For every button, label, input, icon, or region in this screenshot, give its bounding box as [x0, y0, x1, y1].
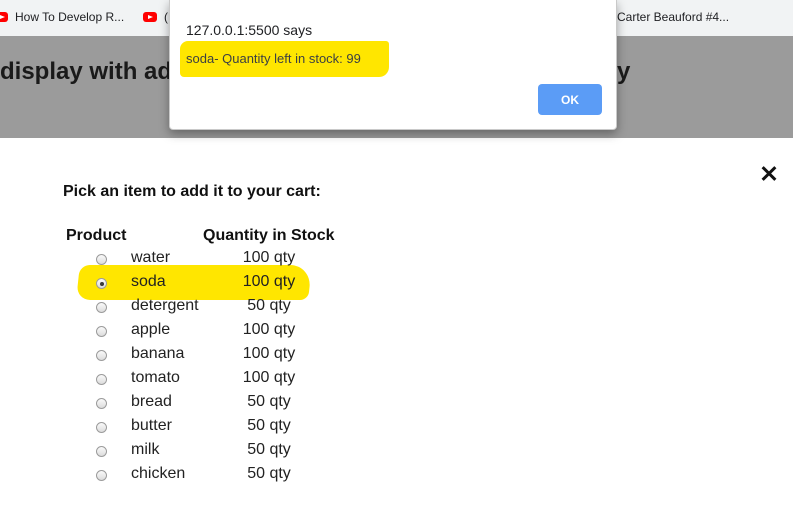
product-radio[interactable] [96, 302, 107, 313]
product-radio[interactable] [96, 326, 107, 337]
instruction-text: Pick an item to add it to your cart: [63, 183, 321, 200]
ok-button[interactable]: OK [538, 84, 602, 115]
product-name: banana [131, 345, 185, 362]
product-quantity: 50 qty [247, 393, 291, 410]
product-radio[interactable] [96, 470, 107, 481]
product-quantity: 50 qty [247, 465, 291, 482]
product-row[interactable]: apple 100 qty [0, 321, 400, 345]
product-row[interactable]: butter 50 qty [0, 417, 400, 441]
product-row[interactable]: bread 50 qty [0, 393, 400, 417]
product-name: bread [131, 393, 172, 410]
column-header-quantity: Quantity in Stock [203, 227, 335, 244]
column-header-product: Product [66, 227, 127, 244]
product-quantity: 50 qty [247, 417, 291, 434]
product-radio[interactable] [96, 446, 107, 457]
product-name: chicken [131, 465, 186, 482]
page-title: display with add [0, 58, 187, 85]
bookmark-label: How To Develop R... [15, 10, 125, 24]
youtube-icon [143, 12, 157, 22]
alert-origin: 127.0.0.1:5500 says [186, 22, 313, 38]
product-row[interactable]: banana 100 qty [0, 345, 400, 369]
youtube-icon [0, 12, 8, 22]
product-quantity: 50 qty [247, 297, 291, 314]
bookmark-item[interactable]: How To Develop R... [0, 10, 124, 24]
product-name: water [131, 249, 171, 266]
product-row[interactable]: water 100 qty [0, 249, 400, 273]
product-row[interactable]: tomato 100 qty [0, 369, 400, 393]
product-radio[interactable] [96, 398, 107, 409]
page-title-end: y [617, 58, 631, 85]
product-radio[interactable] [96, 422, 107, 433]
bookmark-item[interactable]: ( [143, 10, 168, 24]
product-radio[interactable] [96, 278, 107, 289]
product-row[interactable]: soda 100 qty [0, 273, 400, 297]
product-quantity: 100 qty [242, 249, 296, 266]
product-quantity: 100 qty [242, 321, 296, 338]
product-quantity: 100 qty [242, 345, 296, 362]
bookmark-label: Carter Beauford #4... [617, 10, 730, 24]
product-name: soda [131, 273, 166, 290]
product-row[interactable]: chicken 50 qty [0, 465, 400, 489]
product-row[interactable]: detergent 50 qty [0, 297, 400, 321]
product-name: butter [131, 417, 172, 434]
product-quantity: 100 qty [242, 369, 296, 386]
product-name: apple [131, 321, 171, 338]
product-name: milk [131, 441, 160, 458]
alert-dialog: 127.0.0.1:5500 says soda- Quantity left … [169, 0, 617, 130]
product-name: tomato [131, 369, 180, 386]
product-radio[interactable] [96, 374, 107, 385]
product-quantity: 50 qty [247, 441, 291, 458]
alert-message: soda- Quantity left in stock: 99 [186, 51, 361, 66]
product-quantity: 100 qty [242, 273, 296, 290]
product-radio[interactable] [96, 254, 107, 265]
product-name: detergent [131, 297, 199, 314]
product-radio[interactable] [96, 350, 107, 361]
bookmark-label: ( [164, 10, 168, 24]
close-icon[interactable] [760, 163, 780, 183]
product-row[interactable]: milk 50 qty [0, 441, 400, 465]
